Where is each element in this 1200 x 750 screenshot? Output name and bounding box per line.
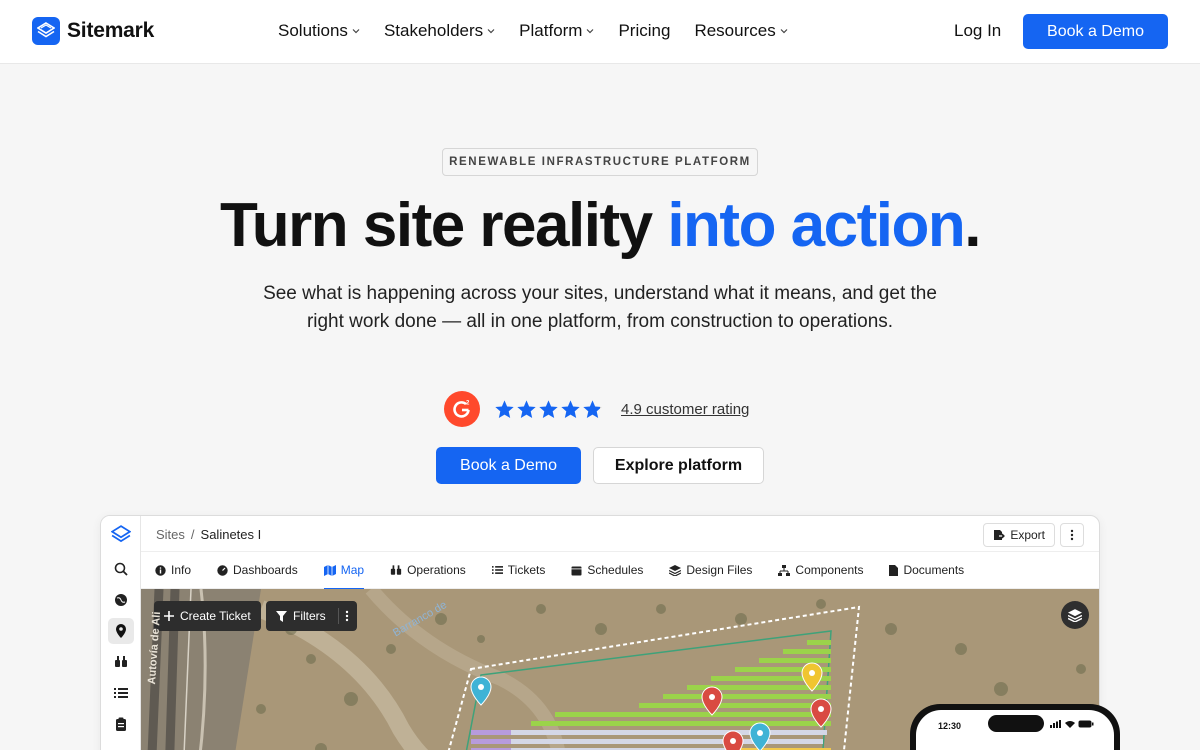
pin-icon (722, 730, 744, 750)
nav-solutions-label: Solutions (278, 21, 348, 40)
chevron-down-icon (487, 29, 495, 34)
sitemark-logo-icon (32, 17, 60, 45)
customer-rating-link[interactable]: 4.9 customer rating (621, 401, 749, 418)
battery-icon (1078, 720, 1094, 728)
tab-operations-label: Operations (407, 563, 466, 577)
chevron-down-icon (780, 29, 788, 34)
tab-operations[interactable]: Operations (390, 552, 466, 589)
tab-dashboards-label: Dashboards (233, 563, 298, 577)
clipboard-icon[interactable] (108, 711, 134, 737)
phone-screen: 12:30 (916, 710, 1114, 750)
svg-text:2: 2 (466, 401, 470, 407)
calendar-icon (571, 566, 582, 575)
brand-name: Sitemark (67, 19, 155, 42)
breadcrumb-separator: / (190, 527, 195, 542)
map-icon (323, 564, 336, 576)
tab-map-label: Map (340, 563, 365, 577)
breadcrumb-current: Salinetes I (200, 527, 262, 542)
signal-icon (1050, 720, 1061, 728)
app-tabs: Info Dashboards Map Operations Tickets S… (141, 552, 1099, 590)
list-icon (491, 566, 503, 574)
tab-map[interactable]: Map (323, 552, 365, 590)
breadcrumb-sites[interactable]: Sites (156, 527, 185, 542)
tab-info[interactable]: Info (155, 552, 191, 589)
tab-tickets-label: Tickets (507, 563, 546, 577)
star-icon (583, 399, 602, 418)
main-menu: Solutions Stakeholders Platform Pricing … (278, 21, 788, 41)
app-sidebar (101, 516, 141, 750)
pin-icon (470, 676, 492, 706)
star-icon (495, 399, 514, 418)
nav-resources[interactable]: Resources (694, 21, 788, 41)
top-navigation: Sitemark Solutions Stakeholders Platform… (0, 0, 1200, 64)
tab-components[interactable]: Components (778, 552, 863, 589)
star-rating (494, 399, 603, 420)
g2-logo-icon: 2 (444, 391, 480, 427)
search-icon[interactable] (108, 556, 134, 582)
phone-status-icons (1050, 720, 1094, 728)
nav-pricing-label: Pricing (618, 21, 671, 40)
star-icon (539, 399, 558, 418)
export-icon (994, 530, 1006, 540)
more-options-button[interactable] (1060, 523, 1084, 547)
wifi-icon (1065, 721, 1075, 728)
pin-icon (701, 686, 723, 716)
tab-documents[interactable]: Documents (889, 552, 964, 589)
chevron-down-icon (352, 29, 360, 34)
pin-icon (810, 698, 832, 728)
nav-stakeholders[interactable]: Stakeholders (384, 21, 495, 41)
page-title: Turn site reality into action. (0, 190, 1200, 261)
app-header: Sites / Salinetes I Export (141, 516, 1099, 552)
pin-icon (801, 662, 823, 692)
star-icon (561, 399, 580, 418)
info-icon (155, 564, 166, 576)
book-demo-nav-button[interactable]: Book a Demo (1023, 14, 1168, 49)
tab-dashboards[interactable]: Dashboards (217, 552, 298, 589)
kebab-icon (1070, 529, 1074, 541)
breadcrumb: Sites / Salinetes I (156, 527, 261, 542)
book-demo-button[interactable]: Book a Demo (436, 447, 581, 484)
pin-icon (749, 722, 771, 750)
hero-description: See what is happening across your sites,… (263, 283, 937, 332)
login-link[interactable]: Log In (954, 21, 1001, 41)
tab-info-label: Info (171, 563, 192, 577)
tab-schedules-label: Schedules (587, 563, 644, 577)
headline-main: Turn site reality (220, 191, 668, 260)
nav-platform[interactable]: Platform (519, 21, 594, 41)
dynamic-island (988, 715, 1044, 732)
tab-schedules[interactable]: Schedules (571, 552, 643, 589)
tab-design-files[interactable]: Design Files (669, 552, 752, 589)
brand-logo[interactable]: Sitemark (32, 17, 154, 45)
star-icon (517, 399, 536, 418)
explore-platform-button[interactable]: Explore platform (593, 447, 764, 484)
nav-platform-label: Platform (519, 21, 583, 40)
nav-stakeholders-label: Stakeholders (383, 21, 484, 40)
headline-accent: into action (667, 191, 965, 260)
hierarchy-icon (778, 564, 791, 576)
tab-components-label: Components (795, 563, 864, 577)
phone-time: 12:30 (938, 721, 962, 731)
dashboard-icon (217, 564, 228, 576)
nav-solutions[interactable]: Solutions (278, 21, 360, 41)
phone-mockup: 12:30 (910, 704, 1120, 750)
eyebrow-badge: RENEWABLE INFRASTRUCTURE PLATFORM (442, 148, 758, 176)
binoculars-icon (390, 564, 402, 575)
layers-icon (669, 564, 682, 576)
tab-tickets[interactable]: Tickets (491, 552, 546, 589)
headline-end: . (964, 191, 981, 260)
tab-documents-label: Documents (903, 563, 965, 577)
pin-icon[interactable] (108, 618, 134, 644)
export-button[interactable]: Export (983, 523, 1055, 547)
nav-pricing[interactable]: Pricing (618, 21, 670, 41)
document-icon (889, 564, 899, 576)
binoculars-icon[interactable] (108, 649, 134, 675)
list-icon[interactable] (108, 680, 134, 706)
nav-resources-label: Resources (694, 21, 776, 40)
tab-design-files-label: Design Files (686, 563, 753, 577)
sitemark-logo-icon[interactable] (110, 525, 132, 550)
export-label: Export (1010, 528, 1045, 542)
rating-row: 2 4.9 customer rating (444, 391, 749, 427)
chevron-down-icon (587, 29, 594, 34)
globe-icon[interactable] (108, 587, 134, 613)
